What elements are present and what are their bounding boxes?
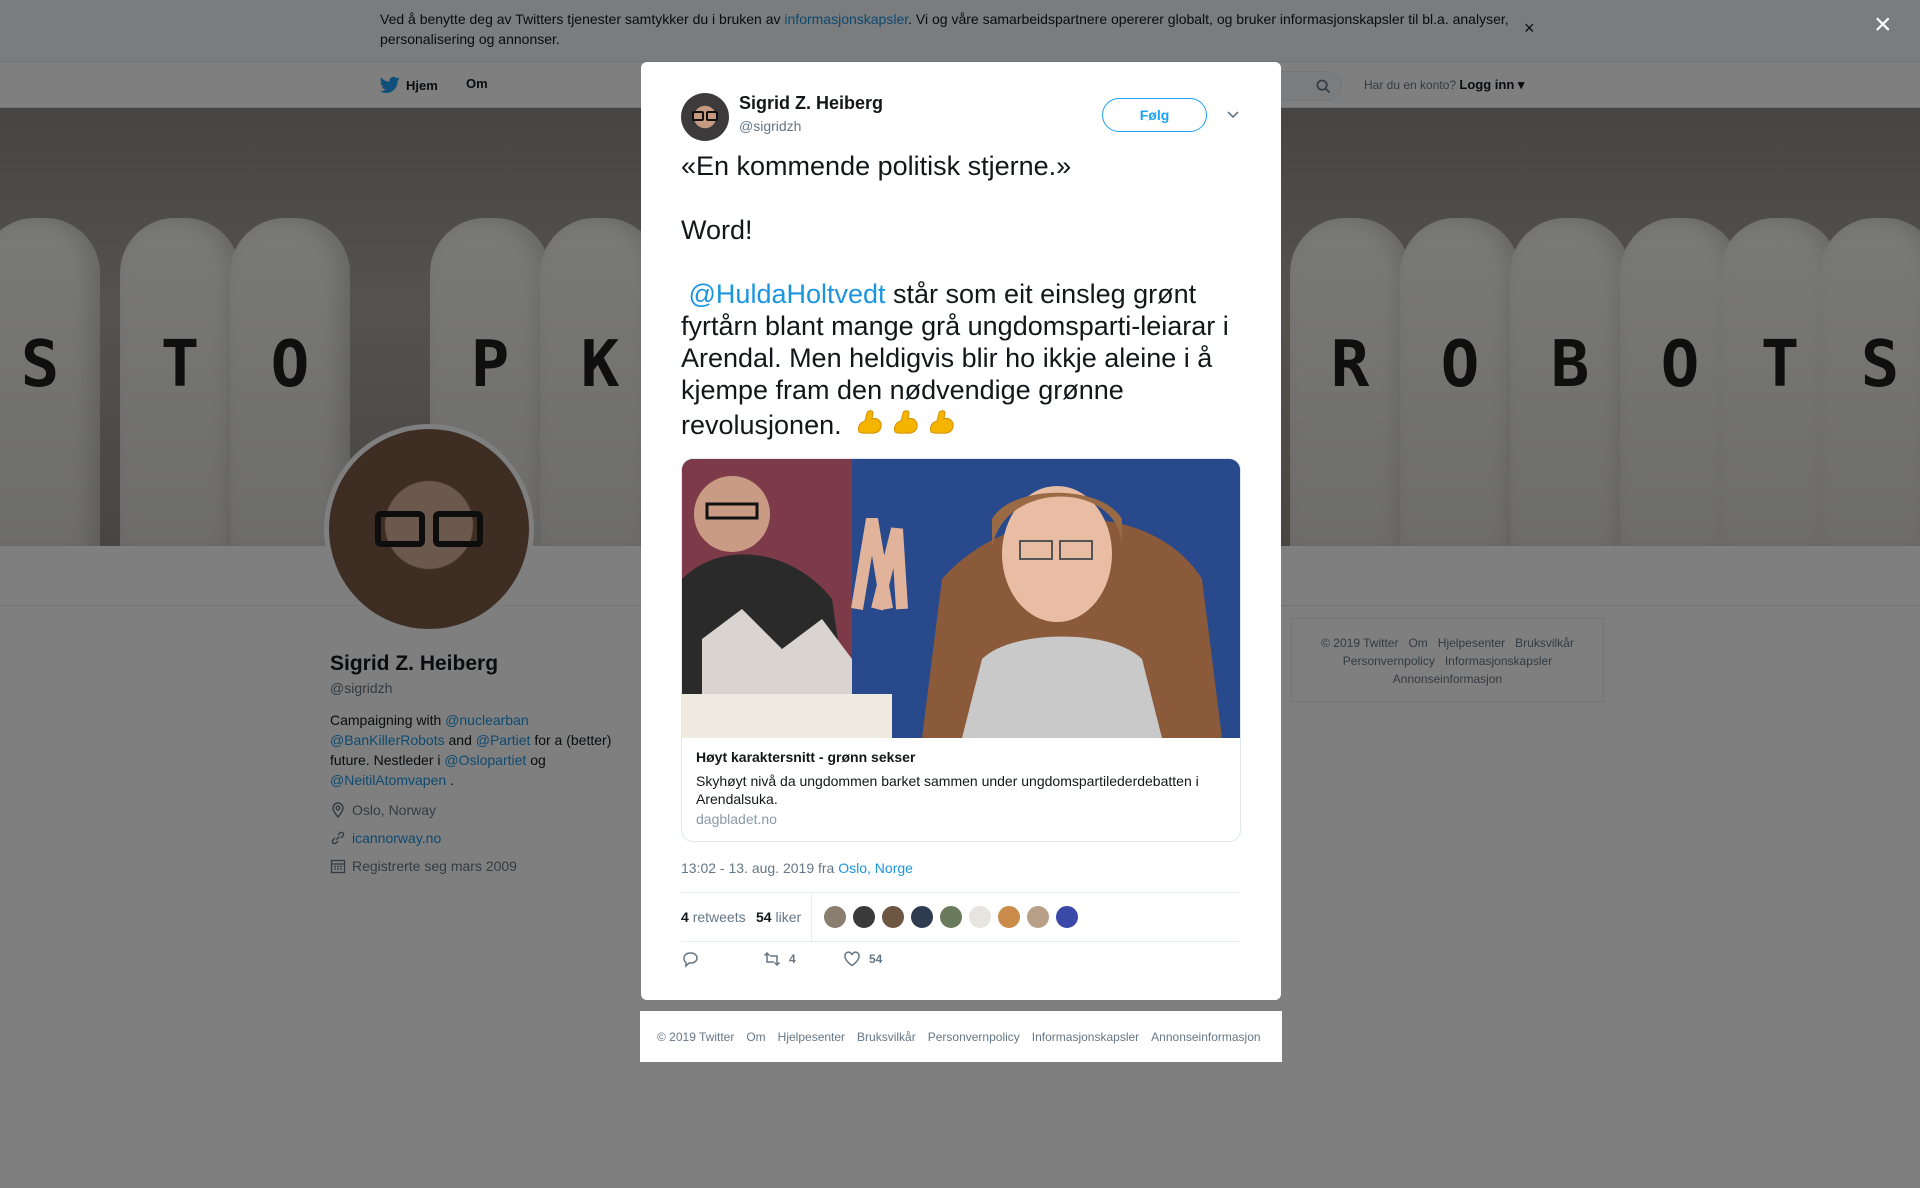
link-preview-card[interactable]: Høyt karaktersnitt - grønn sekser Skyhøy…: [681, 458, 1241, 842]
card-image: [682, 459, 1240, 738]
retweets-count: 4: [681, 909, 689, 925]
likes-count: 54: [756, 909, 772, 925]
reply-icon: [683, 952, 698, 968]
tweet-author-name[interactable]: Sigrid Z. Heiberg: [739, 93, 883, 114]
reply-button[interactable]: [681, 950, 699, 968]
follow-button[interactable]: Følg: [1102, 98, 1207, 132]
retweets-stat[interactable]: 4 retweets: [681, 909, 746, 925]
liker-avatar[interactable]: [939, 905, 963, 929]
tweet-text: «En kommende politisk stjerne.» Word! @H…: [681, 150, 1247, 441]
flexed-biceps-icon: [894, 410, 918, 434]
tweet-line: @HuldaHoltvedt står som eit einsleg grøn…: [681, 278, 1247, 441]
flexed-biceps-icon: [930, 410, 954, 434]
likes-label: liker: [775, 909, 802, 925]
card-domain: dagbladet.no: [696, 811, 777, 827]
tweet-location-link[interactable]: Oslo, Norge: [838, 860, 913, 876]
liker-avatar[interactable]: [881, 905, 905, 929]
card-photo: [682, 459, 1240, 738]
card-description: Skyhøyt nivå da ungdommen barket sammen …: [696, 773, 1199, 807]
tweet-author-handle[interactable]: @sigridzh: [739, 118, 801, 134]
flexed-biceps-icon: [858, 410, 882, 434]
modal-footer: © 2019 Twitter Om Hjelpesenter Bruksvilk…: [640, 1011, 1282, 1062]
chevron-down-icon[interactable]: [1225, 106, 1241, 122]
retweets-label: retweets: [692, 909, 746, 925]
liker-avatar[interactable]: [1026, 905, 1050, 929]
retweet-icon: [763, 951, 781, 967]
liker-avatars: [823, 905, 1079, 929]
footer-link-terms[interactable]: Bruksvilkår: [857, 1030, 916, 1044]
footer-copyright: © 2019 Twitter: [657, 1029, 735, 1044]
footer-link-ads-info[interactable]: Annonseinformasjon: [1151, 1030, 1260, 1044]
liker-avatar[interactable]: [852, 905, 876, 929]
avatar-glasses: [692, 111, 718, 121]
liker-avatar[interactable]: [997, 905, 1021, 929]
tweet-modal: Sigrid Z. Heiberg @sigridzh Følg «En kom…: [641, 62, 1281, 1000]
tweet-line: «En kommende politisk stjerne.»: [681, 151, 1072, 181]
footer-link-about[interactable]: Om: [746, 1030, 765, 1044]
tweet-mention-link[interactable]: @HuldaHoltvedt: [689, 279, 886, 309]
like-button[interactable]: 54: [843, 950, 882, 968]
close-modal-button[interactable]: ×: [1874, 10, 1892, 40]
card-title: Høyt karaktersnitt - grønn sekser: [696, 749, 916, 765]
tweet-line: Word!: [681, 215, 753, 245]
retweet-count: 4: [789, 952, 796, 966]
tweet-author-avatar[interactable]: [681, 93, 729, 141]
tweet-timestamp: 13:02 - 13. aug. 2019 fra Oslo, Norge: [681, 860, 913, 876]
stats-divider: [811, 893, 812, 941]
retweet-button[interactable]: 4: [763, 950, 796, 968]
liker-avatar[interactable]: [823, 905, 847, 929]
footer-link-cookies[interactable]: Informasjonskapsler: [1032, 1030, 1139, 1044]
liker-avatar[interactable]: [910, 905, 934, 929]
liker-avatar[interactable]: [968, 905, 992, 929]
like-count: 54: [869, 952, 883, 966]
heart-icon: [844, 951, 860, 967]
tweet-stats: 4 retweets 54 liker: [681, 892, 1241, 942]
timestamp-text: 13:02 - 13. aug. 2019 fra: [681, 860, 839, 876]
footer-link-help[interactable]: Hjelpesenter: [778, 1030, 845, 1044]
footer-link-privacy[interactable]: Personvernpolicy: [928, 1030, 1020, 1044]
liker-avatar[interactable]: [1055, 905, 1079, 929]
likes-stat[interactable]: 54 liker: [756, 909, 801, 925]
